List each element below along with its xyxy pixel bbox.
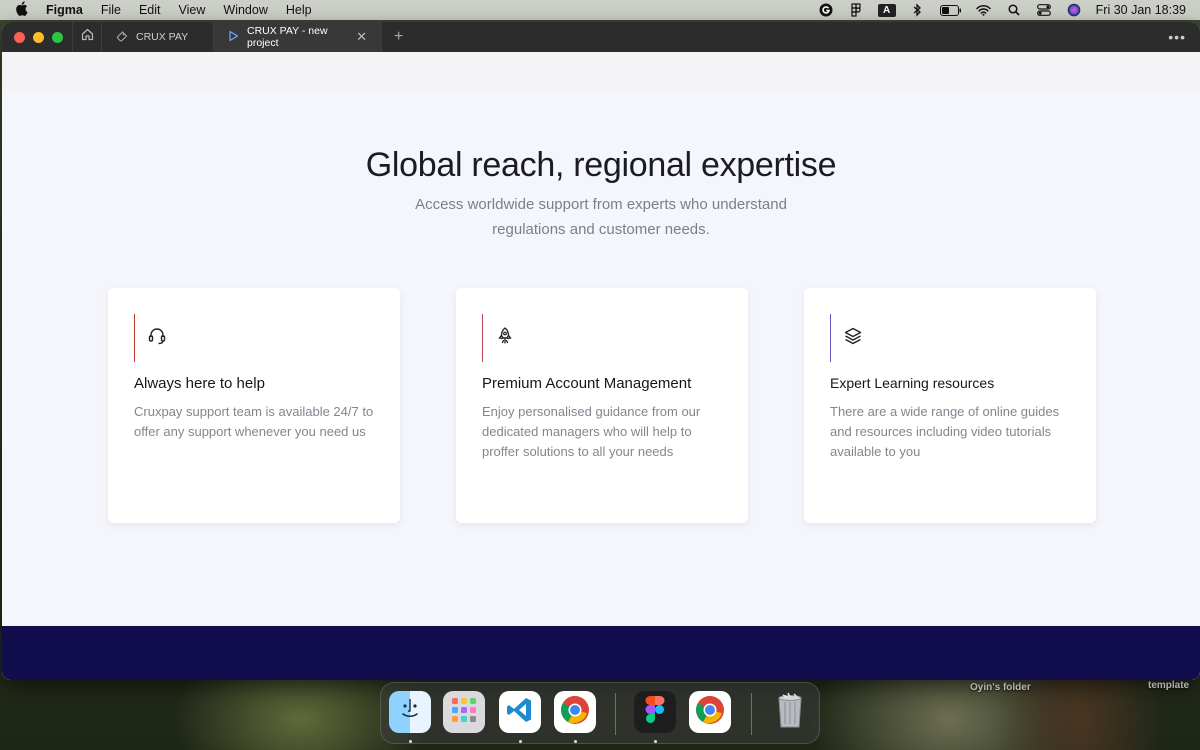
- window-controls: [2, 31, 72, 43]
- home-icon: [81, 28, 94, 46]
- dock-app-vscode[interactable]: [499, 691, 541, 733]
- launchpad-icon: [449, 695, 479, 730]
- desktop-folder-label[interactable]: Oyin's folder: [970, 682, 1031, 693]
- dock: [380, 682, 820, 744]
- siri-icon[interactable]: [1066, 3, 1082, 17]
- wifi-icon[interactable]: [976, 3, 992, 17]
- play-icon: [228, 30, 239, 45]
- chrome-icon: [559, 694, 591, 731]
- dock-app-launchpad[interactable]: [443, 691, 485, 733]
- input-source-badge[interactable]: A: [877, 3, 896, 17]
- card-description: Enjoy personalised guidance from our ded…: [482, 404, 701, 459]
- finder-icon: [395, 695, 425, 730]
- dock-running-indicator: [409, 740, 412, 743]
- menu-view[interactable]: View: [179, 3, 206, 17]
- figma-window: CRUX PAY CRUX PAY - new project ✕ + ••• …: [2, 22, 1200, 680]
- prototype-canvas: Global reach, regional expertise Access …: [2, 52, 1200, 680]
- minimize-window-button[interactable]: [33, 31, 44, 43]
- card-description: Cruxpay support team is available 24/7 t…: [134, 404, 374, 439]
- card-description: There are a wide range of online guides …: [830, 404, 1060, 459]
- battery-icon[interactable]: [939, 3, 962, 17]
- layers-icon: [843, 326, 863, 351]
- apple-icon[interactable]: [14, 1, 28, 19]
- section-top-strip: [2, 52, 1200, 94]
- dock-app-chrome-secondary[interactable]: [689, 691, 731, 733]
- dock-separator: [751, 693, 752, 735]
- card-title: Expert Learning resources: [830, 375, 995, 391]
- card-icon-frame: [482, 314, 522, 362]
- dock-running-indicator: [574, 740, 577, 743]
- footer-band: [2, 626, 1200, 680]
- tab-crux-pay[interactable]: CRUX PAY: [102, 22, 214, 52]
- trash-icon: [776, 691, 804, 734]
- chrome-icon: [694, 694, 726, 731]
- vscode-icon: [505, 695, 535, 730]
- dock-running-indicator: [519, 740, 522, 743]
- dock-app-chrome[interactable]: [554, 691, 596, 733]
- close-tab-icon[interactable]: ✕: [356, 29, 367, 45]
- menu-app-figma[interactable]: Figma: [46, 3, 83, 17]
- feature-card-support[interactable]: Always here to help Cruxpay support team…: [108, 288, 400, 523]
- menubar-clock[interactable]: Fri 30 Jan 18:39: [1096, 3, 1186, 17]
- card-icon-frame: [134, 314, 174, 362]
- dock-app-figma[interactable]: [634, 691, 676, 733]
- menu-window[interactable]: Window: [223, 3, 267, 17]
- figma-icon: [645, 695, 665, 730]
- feature-card-learning-resources[interactable]: Expert Learning resources There are a wi…: [804, 288, 1096, 523]
- search-icon[interactable]: [1006, 3, 1022, 17]
- section-subheading: Access worldwide support from experts wh…: [415, 196, 787, 238]
- rocket-icon: [495, 326, 515, 351]
- menu-help[interactable]: Help: [286, 3, 312, 17]
- control-center-icon[interactable]: [1036, 3, 1052, 17]
- dock-running-indicator: [654, 740, 657, 743]
- menu-edit[interactable]: Edit: [139, 3, 161, 17]
- grammarly-icon[interactable]: [818, 3, 834, 17]
- new-tab-button[interactable]: +: [382, 28, 415, 46]
- figma-menubar-icon[interactable]: [848, 3, 864, 17]
- menu-file[interactable]: File: [101, 3, 121, 17]
- home-tab[interactable]: [72, 22, 102, 52]
- desktop-folder-label[interactable]: template: [1148, 680, 1189, 691]
- tab-crux-pay-new-project[interactable]: CRUX PAY - new project ✕: [214, 22, 382, 52]
- bluetooth-icon[interactable]: [910, 3, 926, 17]
- feature-card-account-management[interactable]: Premium Account Management Enjoy persona…: [456, 288, 748, 523]
- card-title: Always here to help: [134, 375, 265, 392]
- dock-separator: [615, 693, 616, 735]
- tab-label: CRUX PAY - new project: [247, 25, 328, 49]
- figma-titlebar: CRUX PAY CRUX PAY - new project ✕ + •••: [2, 22, 1200, 52]
- dock-app-finder[interactable]: [389, 691, 431, 733]
- dock-app-trash[interactable]: [769, 691, 811, 733]
- card-icon-frame: [830, 314, 870, 362]
- section-heading: Global reach, regional expertise: [365, 146, 837, 184]
- fullscreen-window-button[interactable]: [52, 31, 63, 43]
- tab-label: CRUX PAY: [136, 31, 189, 43]
- menu-bar: Figma File Edit View Window Help A Fri 3…: [0, 0, 1200, 20]
- card-title: Premium Account Management: [482, 375, 692, 392]
- headset-icon: [147, 326, 167, 351]
- close-window-button[interactable]: [14, 31, 25, 43]
- figma-file-icon: [116, 30, 128, 45]
- more-options-icon[interactable]: •••: [1168, 29, 1200, 45]
